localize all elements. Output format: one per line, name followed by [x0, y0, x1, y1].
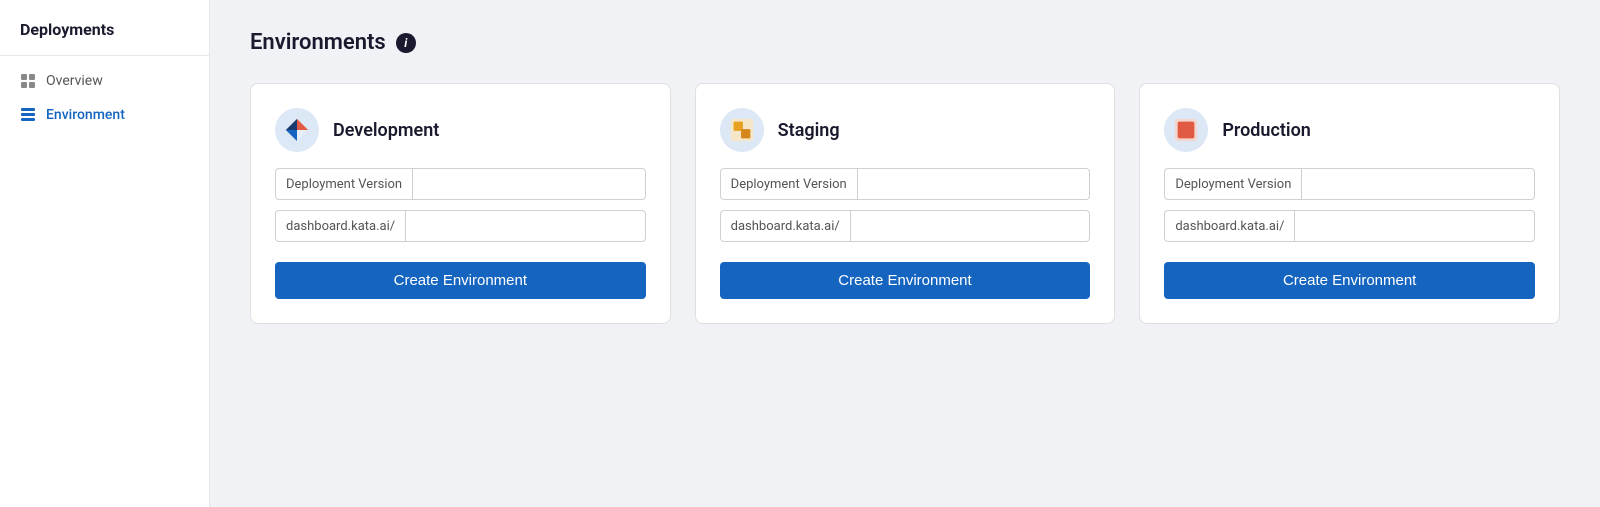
sidebar-divider	[0, 55, 209, 56]
staging-card-header: Staging	[720, 108, 1091, 152]
development-url-input[interactable]	[405, 210, 646, 242]
sidebar-item-overview[interactable]: Overview	[0, 64, 209, 98]
production-url-label: dashboard.kata.ai/	[1164, 210, 1294, 242]
staging-url-input[interactable]	[850, 210, 1091, 242]
development-icon-wrapper	[275, 108, 319, 152]
development-url-row: dashboard.kata.ai/	[275, 210, 646, 242]
development-version-label: Deployment Version	[275, 168, 412, 200]
development-card-header: Development	[275, 108, 646, 152]
development-create-button[interactable]: Create Environment	[275, 262, 646, 299]
sidebar: Deployments Overview Environment	[0, 0, 210, 507]
dev-env-icon	[284, 117, 310, 143]
production-version-input[interactable]	[1301, 168, 1535, 200]
development-card: Development Deployment Version dashboard…	[250, 83, 671, 324]
development-version-input[interactable]	[412, 168, 646, 200]
overview-icon	[20, 73, 36, 89]
staging-card: Staging Deployment Version dashboard.kat…	[695, 83, 1116, 324]
development-version-row: Deployment Version	[275, 168, 646, 200]
staging-create-button[interactable]: Create Environment	[720, 262, 1091, 299]
development-fields: Deployment Version dashboard.kata.ai/	[275, 168, 646, 242]
staging-url-row: dashboard.kata.ai/	[720, 210, 1091, 242]
production-fields: Deployment Version dashboard.kata.ai/	[1164, 168, 1535, 242]
staging-url-label: dashboard.kata.ai/	[720, 210, 850, 242]
staging-version-label: Deployment Version	[720, 168, 857, 200]
production-version-label: Deployment Version	[1164, 168, 1301, 200]
info-icon[interactable]: i	[396, 33, 416, 53]
staging-version-input[interactable]	[857, 168, 1091, 200]
staging-icon-wrapper	[720, 108, 764, 152]
environment-icon	[20, 107, 36, 123]
production-icon-wrapper	[1164, 108, 1208, 152]
staging-env-icon	[729, 117, 755, 143]
production-name: Production	[1222, 120, 1311, 141]
main-content: Environments i Development	[210, 0, 1600, 507]
sidebar-item-environment[interactable]: Environment	[0, 98, 209, 132]
production-card-header: Production	[1164, 108, 1535, 152]
page-title: Environments	[250, 30, 386, 55]
page-header: Environments i	[250, 30, 1560, 55]
sidebar-title: Deployments	[0, 20, 209, 55]
staging-name: Staging	[778, 120, 840, 141]
sidebar-item-overview-label: Overview	[46, 73, 103, 89]
sidebar-item-environment-label: Environment	[46, 107, 125, 123]
production-url-row: dashboard.kata.ai/	[1164, 210, 1535, 242]
production-version-row: Deployment Version	[1164, 168, 1535, 200]
production-url-input[interactable]	[1294, 210, 1535, 242]
development-url-label: dashboard.kata.ai/	[275, 210, 405, 242]
development-name: Development	[333, 120, 439, 141]
staging-version-row: Deployment Version	[720, 168, 1091, 200]
production-card: Production Deployment Version dashboard.…	[1139, 83, 1560, 324]
production-create-button[interactable]: Create Environment	[1164, 262, 1535, 299]
prod-env-icon	[1173, 117, 1199, 143]
environments-grid: Development Deployment Version dashboard…	[250, 83, 1560, 324]
staging-fields: Deployment Version dashboard.kata.ai/	[720, 168, 1091, 242]
